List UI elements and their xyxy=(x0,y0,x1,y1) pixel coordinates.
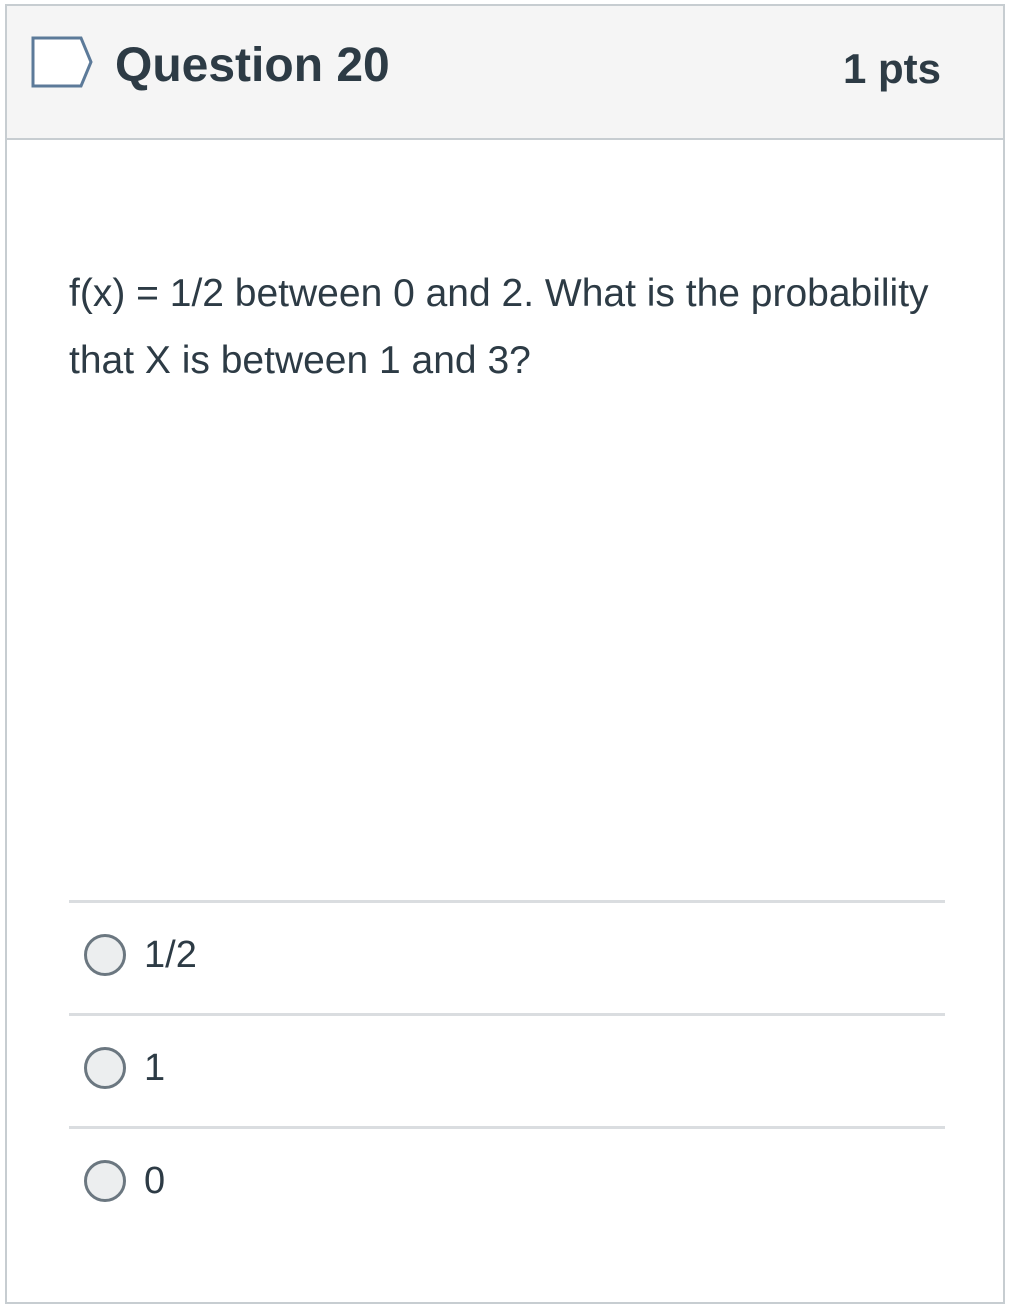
answer-option-3[interactable]: 0 xyxy=(69,1126,945,1239)
question-card: Question 20 1 pts f(x) = 1/2 between 0 a… xyxy=(5,4,1005,1304)
question-header: Question 20 1 pts xyxy=(7,6,1003,140)
question-title: Question 20 xyxy=(115,39,390,92)
answer-label[interactable]: 1 xyxy=(144,1046,165,1090)
answer-option-1[interactable]: 1/2 xyxy=(69,900,945,1013)
answer-label[interactable]: 0 xyxy=(144,1159,165,1203)
points-value: 1 pts xyxy=(842,45,941,92)
flag-icon[interactable] xyxy=(31,36,93,88)
answer-label[interactable]: 1/2 xyxy=(144,933,197,977)
question-text: f(x) = 1/2 between 0 and 2. What is the … xyxy=(69,272,929,382)
radio-button[interactable] xyxy=(84,1160,126,1202)
answer-list: 1/2 1 0 xyxy=(69,900,945,1239)
radio-button[interactable] xyxy=(84,934,126,976)
answer-option-2[interactable]: 1 xyxy=(69,1013,945,1126)
radio-button[interactable] xyxy=(84,1047,126,1089)
